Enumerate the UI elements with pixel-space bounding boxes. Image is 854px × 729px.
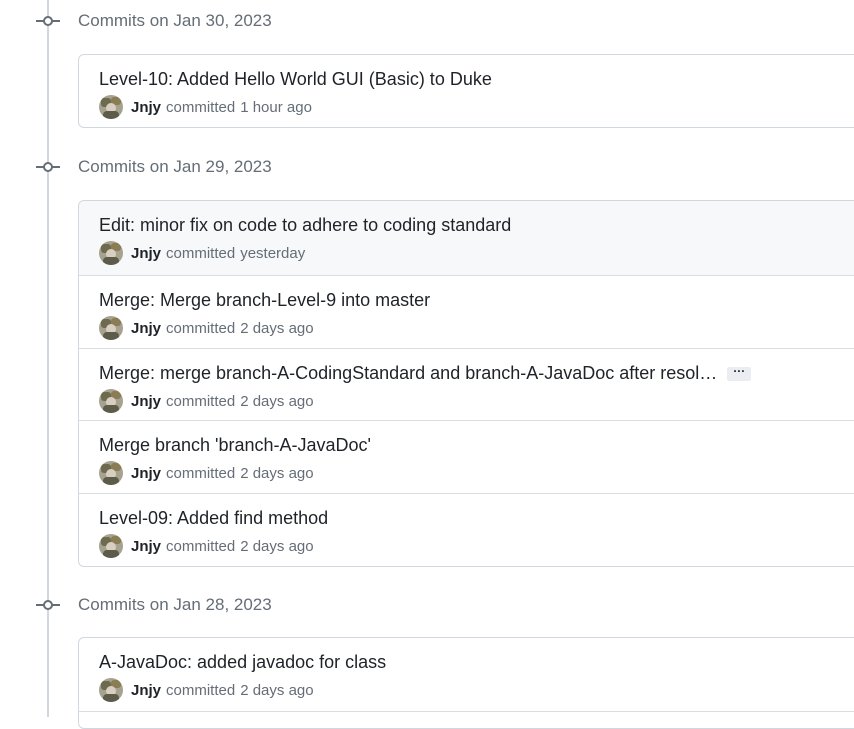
commit-row: Level-10: Added Hello World GUI (Basic) … [79, 55, 854, 127]
avatar[interactable] [99, 316, 123, 340]
commit-author-link[interactable]: Jnjy [131, 245, 161, 262]
commit-row: Merge: Merge branch-Level-9 into master … [79, 275, 854, 348]
commit-row: Merge branch 'branch-A-JavaDoc' Jnjy com… [79, 420, 854, 493]
commit-title-link[interactable]: Merge branch 'branch-A-JavaDoc' [99, 435, 371, 456]
commit-title: Edit: minor fix on code to adhere to cod… [99, 215, 511, 236]
avatar[interactable] [99, 461, 123, 485]
avatar[interactable] [99, 95, 123, 119]
commit-time[interactable]: 2 days ago [240, 393, 313, 410]
commit-title: Merge branch 'branch-A-JavaDoc' [99, 435, 371, 456]
commit-group-date: Commits on Jan 29, 2023 [78, 157, 272, 176]
commit-time[interactable]: 1 hour ago [240, 99, 312, 116]
commit-author-link[interactable]: Jnjy [131, 682, 161, 699]
commit-time[interactable]: 2 days ago [240, 465, 313, 482]
commit-verb: committed [166, 98, 236, 116]
commit-row: Level-09: Added find method Jnjy committ… [79, 493, 854, 566]
commit-title-link[interactable]: Merge: Merge branch-Level-9 into master [99, 290, 430, 311]
commit-title: A-JavaDoc: added javadoc for class [99, 652, 386, 673]
avatar[interactable] [99, 241, 123, 265]
commit-title: Level-10: Added Hello World GUI (Basic) … [99, 69, 492, 90]
avatar[interactable] [99, 678, 123, 702]
commit-group-header: Commits on Jan 29, 2023 [36, 156, 272, 178]
commit-title: Level-09: Added find method [99, 508, 328, 529]
commit-time[interactable]: 2 days ago [240, 682, 313, 699]
commit-group-header: Commits on Jan 30, 2023 [36, 10, 272, 32]
commit-meta: Jnjy committed 1 hour ago [99, 95, 312, 119]
commit-verb: committed [166, 244, 236, 262]
commit-meta: Jnjy committed 2 days ago [99, 678, 314, 702]
git-commit-icon [36, 156, 60, 178]
commit-list: Level-10: Added Hello World GUI (Basic) … [78, 54, 854, 128]
expand-message-button[interactable]: ··· [727, 365, 752, 381]
commit-group-header: Commits on Jan 28, 2023 [36, 594, 272, 616]
commit-title-link[interactable]: Edit: minor fix on code to adhere to cod… [99, 215, 511, 236]
commit-title-link[interactable]: A-JavaDoc: added javadoc for class [99, 652, 386, 673]
commit-list: A-JavaDoc: added javadoc for class Jnjy … [78, 637, 854, 729]
commit-title-link[interactable]: Level-10: Added Hello World GUI (Basic) … [99, 69, 492, 90]
commit-row: A-JavaDoc: added javadoc for class Jnjy … [79, 638, 854, 712]
commit-meta: Jnjy committed 2 days ago [99, 389, 314, 413]
commit-time[interactable]: yesterday [240, 245, 305, 262]
commit-time[interactable]: 2 days ago [240, 320, 313, 337]
commit-group-date: Commits on Jan 28, 2023 [78, 595, 272, 614]
commit-verb: committed [166, 537, 236, 555]
commit-time[interactable]: 2 days ago [240, 538, 313, 555]
commit-author-link[interactable]: Jnjy [131, 320, 161, 337]
commit-title: Merge: Merge branch-Level-9 into master [99, 290, 430, 311]
git-commit-icon [36, 594, 60, 616]
commit-author-link[interactable]: Jnjy [131, 465, 161, 482]
commit-row: Edit: minor fix on code to adhere to cod… [79, 201, 854, 275]
avatar[interactable] [99, 389, 123, 413]
commit-verb: committed [166, 319, 236, 337]
commit-verb: committed [166, 681, 236, 699]
git-commit-icon [36, 10, 60, 32]
commit-meta: Jnjy committed yesterday [99, 241, 305, 265]
commit-author-link[interactable]: Jnjy [131, 393, 161, 410]
commit-meta: Jnjy committed 2 days ago [99, 534, 314, 558]
commit-title-link[interactable]: Level-09: Added find method [99, 508, 328, 529]
commit-author-link[interactable]: Jnjy [131, 538, 161, 555]
commit-title-link[interactable]: Merge: merge branch-A-CodingStandard and… [99, 363, 717, 384]
commit-meta: Jnjy committed 2 days ago [99, 461, 314, 485]
commit-list: Edit: minor fix on code to adhere to cod… [78, 200, 854, 567]
avatar[interactable] [99, 534, 123, 558]
commit-author-link[interactable]: Jnjy [131, 99, 161, 116]
commit-row: Merge: merge branch-A-CodingStandard and… [79, 348, 854, 420]
commit-meta: Jnjy committed 2 days ago [99, 316, 314, 340]
commit-group-date: Commits on Jan 30, 2023 [78, 11, 272, 30]
commit-verb: committed [166, 392, 236, 410]
commit-verb: committed [166, 464, 236, 482]
commit-title: Merge: merge branch-A-CodingStandard and… [99, 363, 752, 384]
